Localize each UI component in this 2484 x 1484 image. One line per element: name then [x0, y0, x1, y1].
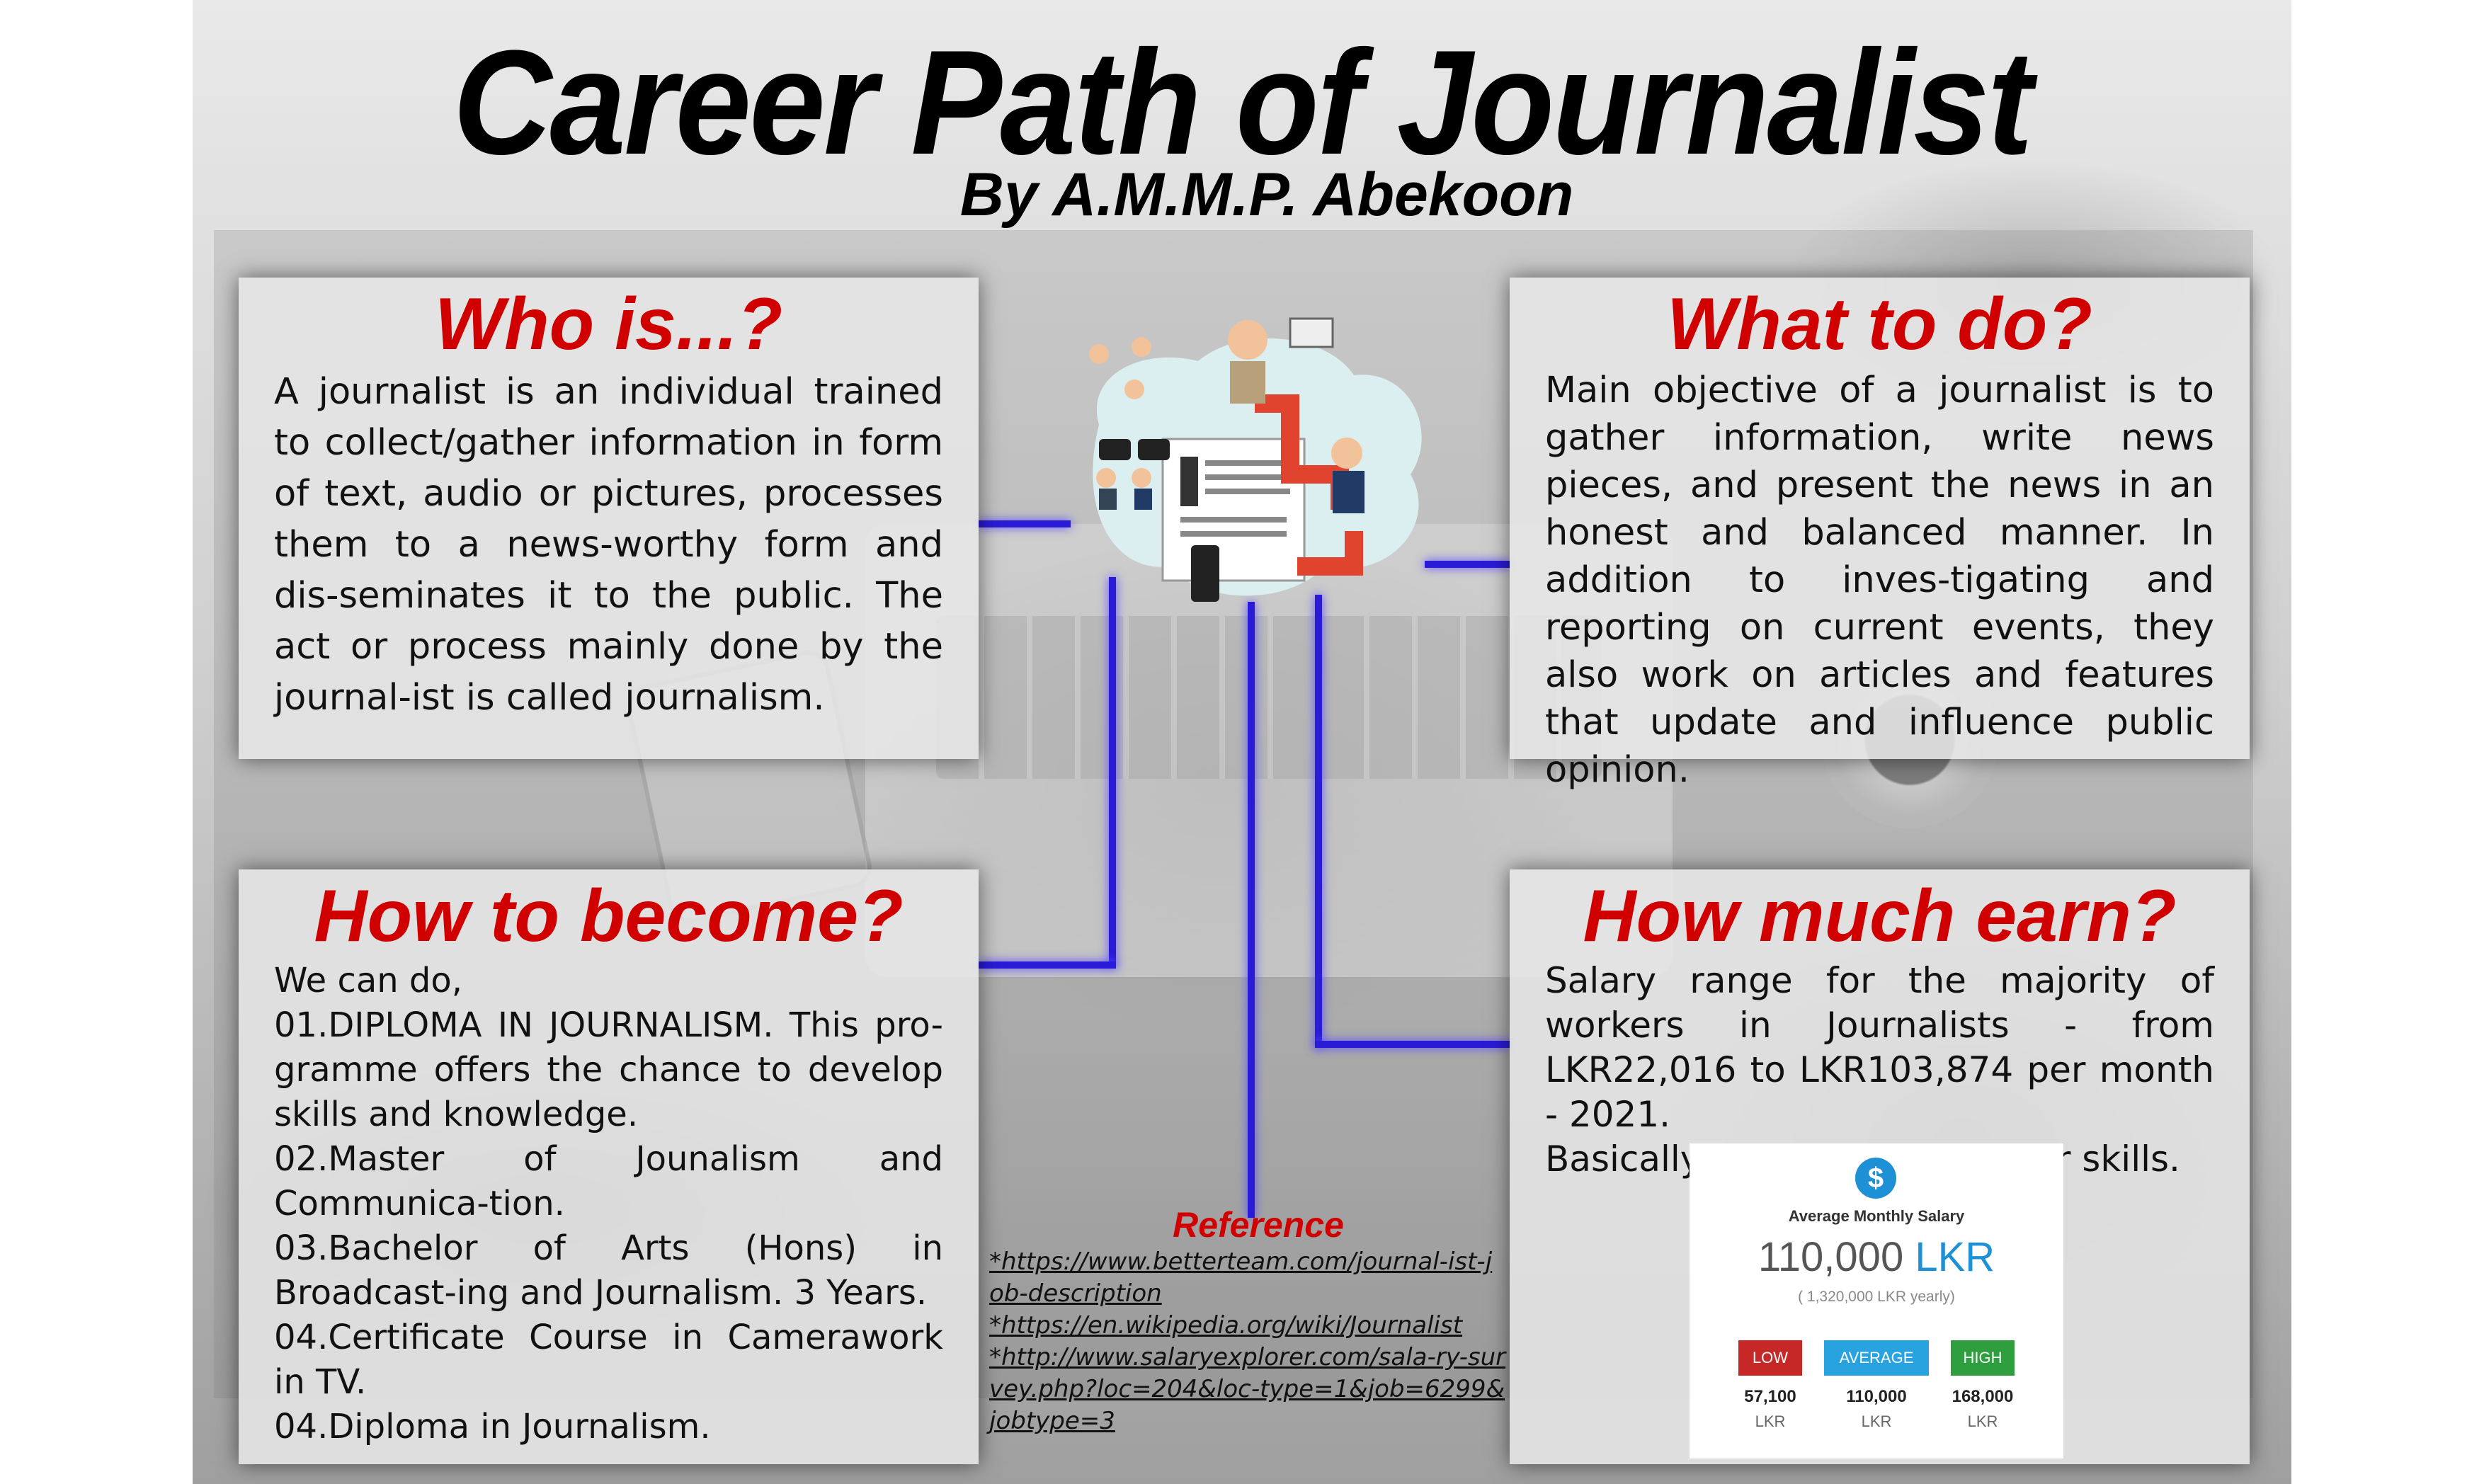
what-to-do-text: Main objective of a journalist is to gat… — [1545, 370, 2214, 791]
salary-heading: Average Monthly Salary — [1788, 1207, 1965, 1225]
salary-yearly: ( 1,320,000 LKR yearly) — [1798, 1289, 1955, 1305]
connector-earn-horizontal — [1315, 1041, 1510, 1048]
connector-earn-vertical — [1315, 595, 1322, 1048]
tier-average-label: AVERAGE — [1824, 1340, 1929, 1376]
who-is-text: A journalist is an individual trained to… — [274, 371, 943, 719]
reference-link-betterteam[interactable]: *https://www.betterteam.com/journal-ist-… — [989, 1246, 1506, 1310]
reference-link-wikipedia[interactable]: *https://en.wikipedia.org/wiki/Journalis… — [989, 1310, 1506, 1342]
tier-low-label: LOW — [1738, 1340, 1802, 1376]
how-line-bachelor: 03.Bachelor of Arts (Hons) in Broadcast-… — [274, 1228, 943, 1313]
salary-average: 110,000 LKR — [1690, 1233, 2063, 1281]
infographic-canvas: Career Path of Journalist By A.M.M.P. Ab… — [193, 0, 2291, 1484]
connector-reference — [1248, 602, 1255, 1218]
tier-low-value: 57,100 — [1744, 1387, 1796, 1406]
reference-link-salaryexplorer[interactable]: *http://www.salaryexplorer.com/sala-ry-s… — [989, 1342, 1506, 1437]
salary-average-currency: LKR — [1915, 1234, 1995, 1280]
what-to-do-title: What to do? — [1667, 283, 2092, 365]
tier-high-value: 168,000 — [1952, 1387, 2014, 1406]
tier-high-label: HIGH — [1951, 1340, 2015, 1376]
how-line-diploma-2: 04.Diploma in Journalism. — [274, 1407, 711, 1446]
who-is-card: Who is...? A journalist is an individual… — [239, 278, 979, 759]
background-keyboard — [936, 616, 1602, 779]
journalism-illustration — [1089, 317, 1422, 602]
how-much-earn-title: How much earn? — [1583, 875, 2177, 957]
dollar-icon: $ — [1855, 1158, 1896, 1199]
reference-section: Reference *https://www.betterteam.com/jo… — [989, 1204, 1506, 1437]
how-line-diploma: 01.DIPLOMA IN JOURNALISM. This pro-gramm… — [274, 1005, 943, 1134]
how-line-master: 02.Master of Jounalism and Communica-tio… — [274, 1139, 943, 1223]
how-line-certificate: 04.Certificate Course in Camerawork in T… — [274, 1318, 943, 1402]
who-is-title: Who is...? — [434, 283, 783, 365]
how-line-intro: We can do, — [274, 961, 463, 1000]
earn-text: Salary range for the majority of workers… — [1545, 960, 2214, 1135]
reference-title: Reference — [1173, 1205, 1344, 1245]
tier-high-currency: LKR — [1967, 1412, 1998, 1430]
tier-average-value: 110,000 — [1846, 1387, 1907, 1406]
salary-widget: $ Average Monthly Salary 110,000 LKR ( 1… — [1690, 1143, 2063, 1459]
salary-tier-high: HIGH 168,000 LKR — [1940, 1340, 2025, 1431]
how-to-become-card: How to become? We can do, 01.DIPLOMA IN … — [239, 869, 979, 1464]
byline: By A.M.M.P. Abekoon — [959, 161, 1574, 229]
salary-tier-low: LOW 57,100 LKR — [1728, 1340, 1813, 1431]
how-to-become-title: How to become? — [314, 875, 904, 957]
what-to-do-card: What to do? Main objective of a journali… — [1510, 278, 2250, 791]
connector-how-vertical — [1109, 577, 1116, 966]
tier-average-currency: LKR — [1861, 1412, 1892, 1430]
salary-average-value: 110,000 — [1757, 1234, 1904, 1280]
salary-tier-average: AVERAGE 110,000 LKR — [1824, 1340, 1929, 1431]
connector-how-horizontal — [979, 961, 1116, 969]
tier-low-currency: LKR — [1755, 1412, 1786, 1430]
